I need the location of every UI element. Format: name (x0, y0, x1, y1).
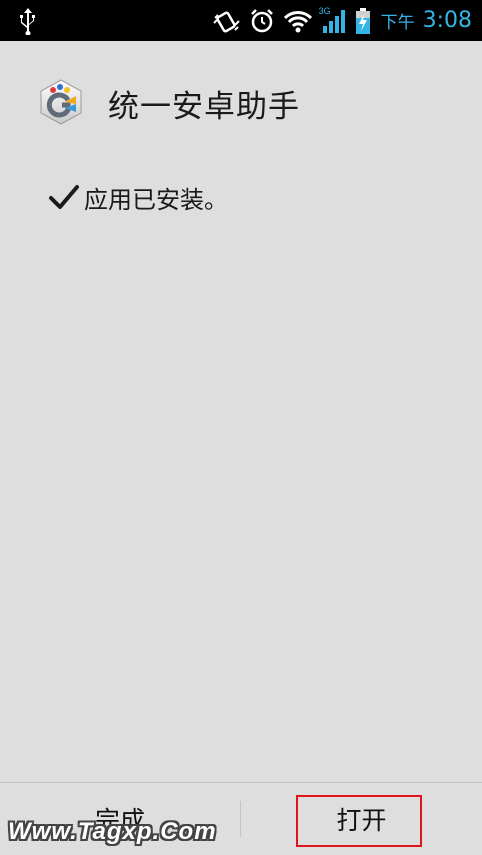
signal-3g-icon: 3G (318, 5, 347, 34)
vibrate-icon (212, 8, 241, 34)
status-bar: 3G 下午 3:08 (0, 0, 482, 41)
done-button[interactable]: 完成 (0, 783, 240, 855)
install-status: 应用已安装。 (48, 180, 228, 215)
button-bar: 完成 打开 (0, 783, 482, 855)
status-ampm: 下午 (380, 13, 415, 33)
installed-message: 应用已安装。 (84, 186, 228, 214)
battery-charging-icon (355, 7, 371, 35)
status-time: 3:08 (422, 8, 472, 33)
app-header: 统一安卓助手 (0, 41, 482, 161)
usb-icon (16, 7, 40, 36)
app-logo-icon (38, 78, 84, 126)
app-title: 统一安卓助手 (108, 89, 300, 125)
checkmark-icon (48, 184, 80, 212)
alarm-icon (249, 8, 275, 34)
wifi-icon (283, 9, 313, 33)
open-button[interactable]: 打开 (241, 783, 482, 855)
network-type-label: 3G (318, 5, 331, 16)
